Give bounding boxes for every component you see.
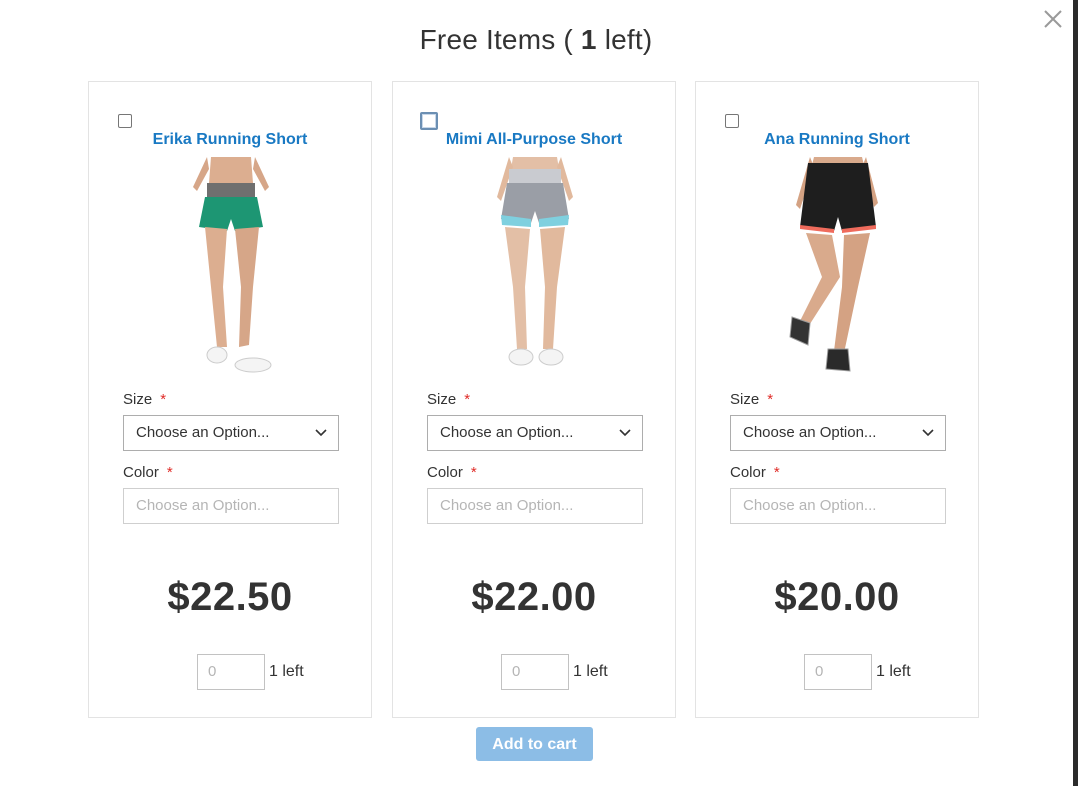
- size-select-value: Choose an Option...: [440, 424, 574, 441]
- chevron-down-icon: [922, 429, 934, 437]
- product-select-checkbox[interactable]: [420, 112, 438, 130]
- product-card-1: Erika Running Short Size * Choose an Opti…: [88, 81, 372, 718]
- chevron-down-icon: [315, 429, 327, 437]
- size-label: Size *: [730, 391, 774, 408]
- product-image: [497, 157, 573, 366]
- add-to-cart-button[interactable]: Add to cart: [476, 727, 593, 761]
- size-select[interactable]: Choose an Option...: [730, 415, 946, 451]
- product-price: $20.00: [774, 575, 900, 619]
- quantity-input[interactable]: 0: [197, 654, 265, 690]
- modal-title: Free Items ( 1 left): [0, 24, 1072, 56]
- chevron-down-icon: [619, 429, 631, 437]
- product-select-checkbox[interactable]: [118, 114, 132, 128]
- product-price: $22.00: [471, 575, 597, 619]
- quantity-left-text: 1 left: [573, 663, 608, 680]
- product-name-link[interactable]: Erika Running Short: [89, 131, 371, 149]
- size-select-value: Choose an Option...: [136, 424, 270, 441]
- size-select[interactable]: Choose an Option...: [427, 415, 643, 451]
- product-card-2: Mimi All-Purpose Short Size * Choose an O…: [392, 81, 676, 718]
- quantity-input[interactable]: 0: [501, 654, 569, 690]
- product-name-link[interactable]: Ana Running Short: [696, 131, 978, 149]
- title-prefix: Free Items (: [419, 24, 573, 55]
- quantity-left-text: 1 left: [876, 663, 911, 680]
- color-label: Color *: [123, 464, 173, 481]
- product-image: [193, 157, 272, 373]
- color-select[interactable]: Choose an Option...: [427, 488, 643, 524]
- quantity-input[interactable]: 0: [804, 654, 872, 690]
- color-select-value: Choose an Option...: [743, 497, 877, 514]
- size-label: Size *: [123, 391, 167, 408]
- size-select[interactable]: Choose an Option...: [123, 415, 339, 451]
- quantity-left-text: 1 left: [269, 663, 304, 680]
- title-suffix: left): [604, 24, 653, 55]
- size-select-value: Choose an Option...: [743, 424, 877, 441]
- color-label: Color *: [730, 464, 780, 481]
- color-select-value: Choose an Option...: [136, 497, 270, 514]
- color-label: Color *: [427, 464, 477, 481]
- color-select[interactable]: Choose an Option...: [123, 488, 339, 524]
- size-label: Size *: [427, 391, 471, 408]
- product-name-link[interactable]: Mimi All-Purpose Short: [393, 131, 675, 149]
- product-card-3: Ana Running Short Size * Choose an Option…: [695, 81, 979, 718]
- color-select-value: Choose an Option...: [440, 497, 574, 514]
- color-select[interactable]: Choose an Option...: [730, 488, 946, 524]
- product-select-checkbox[interactable]: [725, 114, 739, 128]
- title-count: 1: [580, 24, 597, 55]
- product-image: [789, 157, 878, 372]
- scrollbar-edge: [1073, 0, 1078, 786]
- product-price: $22.50: [167, 575, 293, 619]
